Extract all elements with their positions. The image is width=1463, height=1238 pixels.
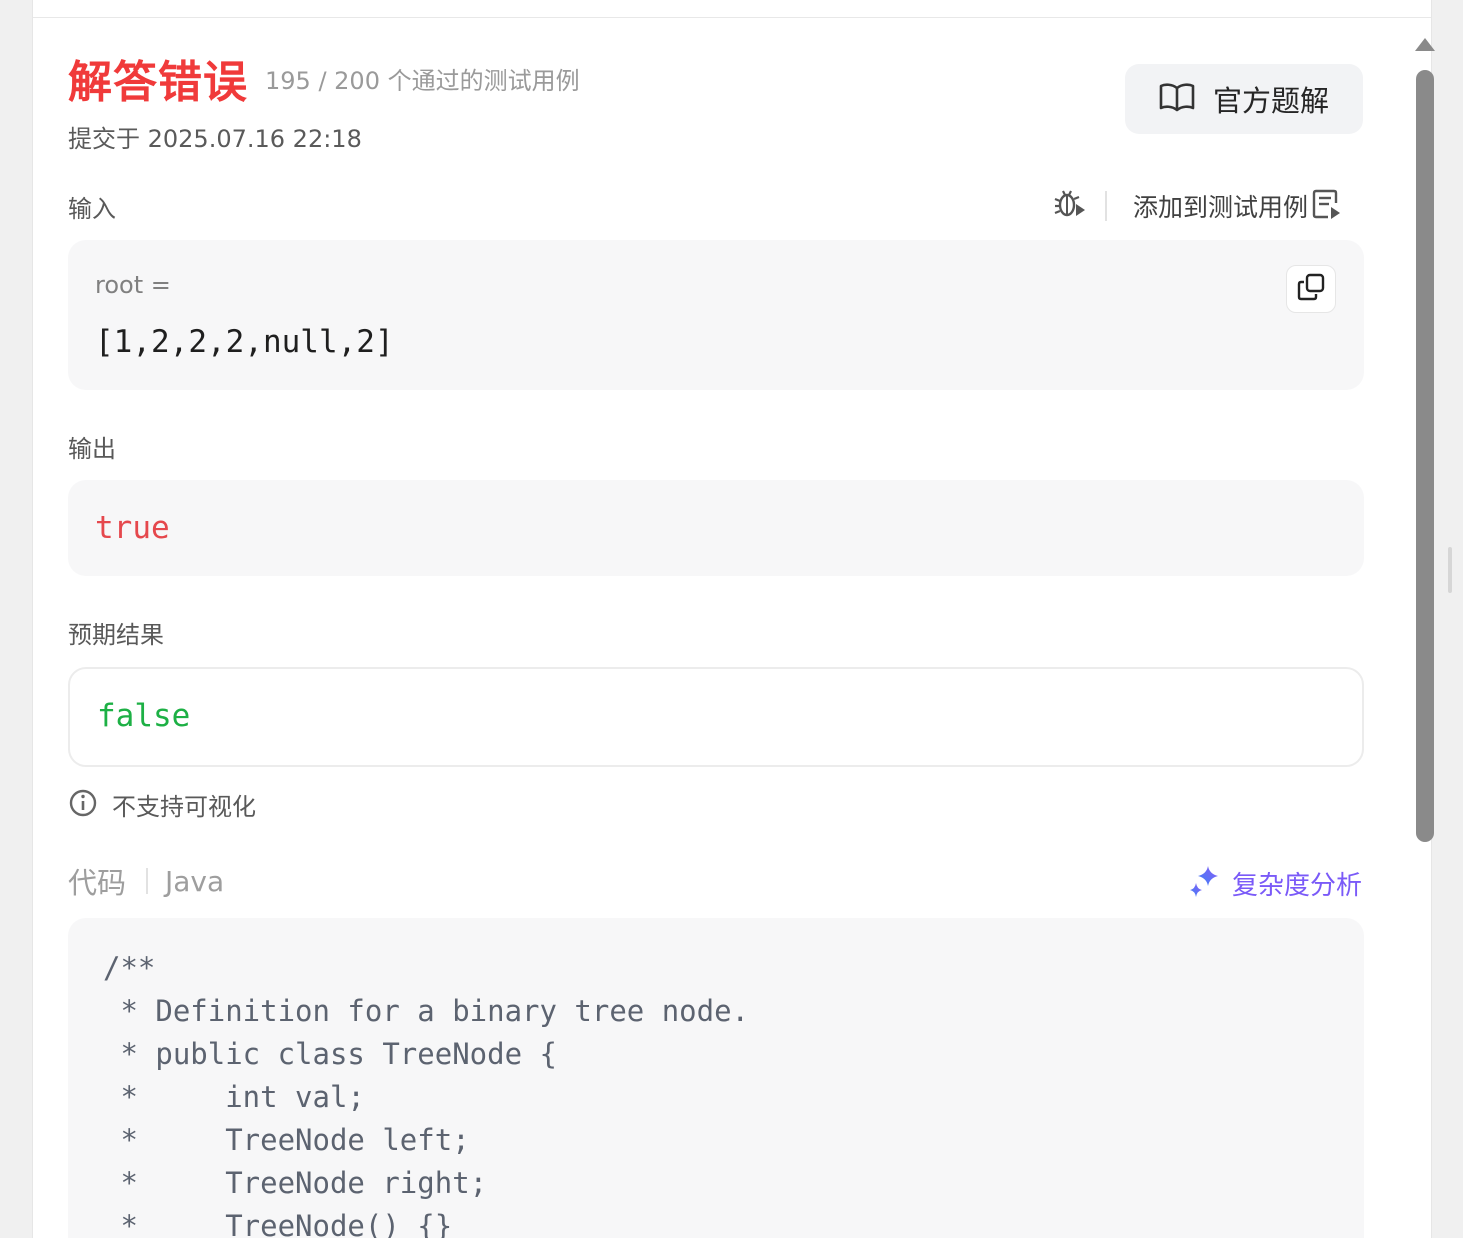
input-actions: 添加到测试用例 — [1053, 186, 1365, 226]
visualization-note-text: 不支持可视化 — [112, 793, 256, 821]
submission-result-panel: 解答错误 195 / 200 个通过的测试用例 提交于 2025.07.16 2… — [32, 0, 1432, 1238]
add-to-test-cases-button[interactable]: 添加到测试用例 — [1133, 188, 1308, 224]
code-line: /** — [103, 951, 156, 985]
official-solution-label: 官方题解 — [1212, 84, 1329, 118]
app-frame: 解答错误 195 / 200 个通过的测试用例 提交于 2025.07.16 2… — [10, 0, 1452, 1238]
scrollbar-thumb[interactable] — [1416, 70, 1434, 842]
top-divider — [33, 17, 1431, 18]
expected-label: 预期结果 — [68, 621, 164, 649]
code-header-divider — [146, 868, 149, 894]
actions-divider — [1105, 191, 1107, 221]
expected-box: false — [68, 667, 1364, 767]
sparkle-icon — [1188, 864, 1222, 902]
code-line: * TreeNode left; — [103, 1123, 470, 1157]
copy-input-button[interactable] — [1286, 265, 1336, 313]
expected-value: false — [97, 698, 191, 734]
code-line: * int val; — [103, 1080, 365, 1114]
info-icon — [68, 788, 98, 822]
input-value[interactable]: [1,2,2,2,null,2] — [95, 324, 394, 360]
scroll-up-arrow-icon[interactable] — [1415, 38, 1435, 51]
output-value: true — [95, 510, 170, 546]
result-status: 解答错误 — [68, 57, 248, 108]
code-header: 代码 Java — [68, 860, 224, 902]
document-play-icon — [1312, 188, 1342, 224]
complexity-analysis-label: 复杂度分析 — [1232, 870, 1363, 901]
code-label: 代码 — [68, 866, 127, 900]
output-label: 输出 — [68, 435, 116, 463]
official-solution-button[interactable]: 官方题解 — [1125, 64, 1363, 134]
code-line: * Definition for a binary tree node. — [103, 994, 750, 1028]
submitted-time: 提交于 2025.07.16 22:18 — [68, 125, 362, 153]
open-book-icon — [1159, 82, 1195, 116]
bug-icon[interactable] — [1053, 187, 1087, 225]
visualization-note: 不支持可视化 — [68, 787, 256, 822]
panel-resize-handle[interactable] — [1448, 547, 1452, 593]
code-line: * TreeNode() {} — [103, 1209, 453, 1238]
code-language: Java — [165, 864, 225, 898]
input-variable-name: root = — [95, 271, 171, 299]
vertical-scrollbar[interactable] — [1413, 34, 1437, 1236]
code-editor[interactable]: /** * Definition for a binary tree node.… — [68, 918, 1364, 1238]
output-box: true — [68, 480, 1364, 576]
passed-test-count: 195 / 200 个通过的测试用例 — [265, 67, 580, 95]
code-line: * public class TreeNode { — [103, 1037, 557, 1071]
complexity-analysis-button[interactable]: 复杂度分析 — [1188, 864, 1362, 902]
copy-icon — [1296, 272, 1326, 306]
input-label: 输入 — [68, 195, 116, 223]
code-line: * TreeNode right; — [103, 1166, 488, 1200]
input-box: root = [1,2,2,2,null,2] — [68, 240, 1364, 390]
